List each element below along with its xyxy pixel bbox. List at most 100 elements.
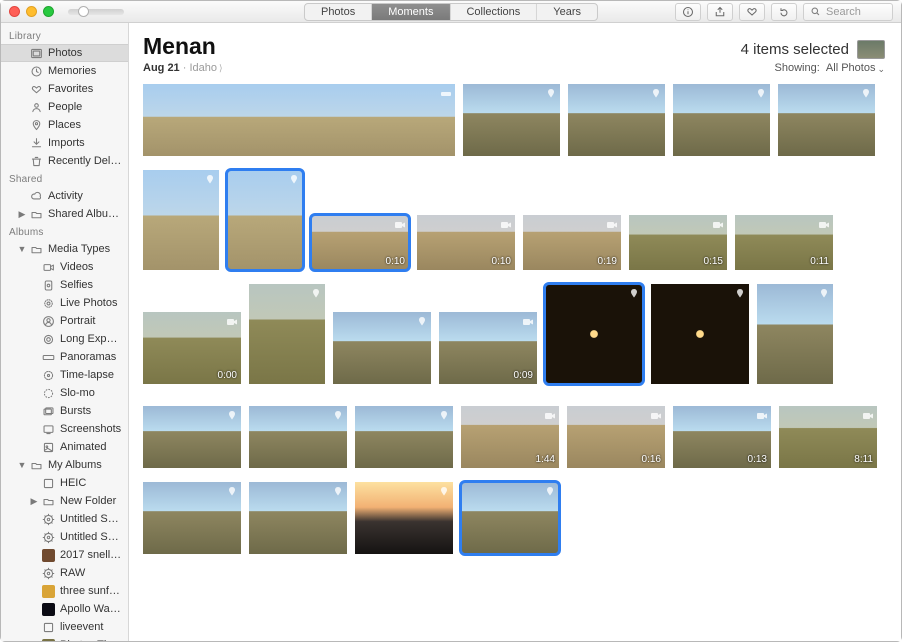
photo-thumbnail[interactable] [757, 284, 833, 384]
disclosure-icon[interactable]: ▶ [17, 209, 27, 220]
sidebar-item-long-exposure[interactable]: Long Exposure [1, 330, 128, 348]
sidebar-item-liveevent[interactable]: liveevent [1, 618, 128, 636]
disclosure-icon[interactable]: ▶ [29, 496, 39, 507]
sidebar-item-screenshots[interactable]: Screenshots [1, 420, 128, 438]
selection-count: 4 items selected [741, 41, 849, 58]
sidebar-item-bursts[interactable]: Bursts [1, 402, 128, 420]
rotate-button[interactable] [771, 3, 797, 21]
photo-thumbnail[interactable] [143, 406, 241, 468]
sidebar-item-untitled-smart-album[interactable]: Untitled Smart Album [1, 528, 128, 546]
photo-thumbnail[interactable] [545, 284, 643, 384]
photo-thumbnail[interactable] [355, 406, 453, 468]
sidebar-item-shared-albums[interactable]: ▶Shared Albums [1, 205, 128, 223]
photo-thumbnail[interactable] [143, 482, 241, 554]
photo-grid[interactable]: 0:100:100:190:150:110:000:091:440:160:13… [129, 76, 901, 641]
imports-icon [28, 136, 44, 150]
photo-thumbnail[interactable]: 0:15 [629, 215, 727, 270]
photo-thumbnail[interactable] [333, 312, 431, 384]
photo-thumbnail[interactable]: 0:09 [439, 312, 537, 384]
disclosure-icon[interactable]: ▼ [17, 244, 27, 254]
thumbnail-image [143, 84, 455, 156]
sidebar-item-apollo-wallpapers[interactable]: Apollo Wallpapers [1, 600, 128, 618]
sidebar-item-photos-thinks-thes-[interactable]: Photos Thinks Thes… [1, 636, 128, 641]
tab-collections[interactable]: Collections [450, 4, 537, 20]
share-button[interactable] [707, 3, 733, 21]
portrait-icon [40, 314, 56, 328]
selection-preview-thumb[interactable] [857, 40, 885, 59]
photo-thumbnail[interactable]: 0:19 [523, 215, 621, 270]
photo-thumbnail[interactable]: 8:11 [779, 406, 877, 468]
sidebar-item-label: Activity [48, 190, 122, 202]
location-pin-icon [650, 87, 662, 101]
sidebar-item-heic[interactable]: HEIC [1, 474, 128, 492]
photo-thumbnail[interactable]: 1:44 [461, 406, 559, 468]
sidebar-item-places[interactable]: Places [1, 116, 128, 134]
tab-photos[interactable]: Photos [305, 4, 372, 20]
sidebar-item-selfies[interactable]: Selfies [1, 276, 128, 294]
cloud-icon [28, 189, 44, 203]
duration-badge: 0:09 [514, 370, 533, 381]
search-field[interactable]: Search [803, 3, 893, 21]
showing-filter[interactable]: Showing: All Photos⌄ [775, 62, 885, 74]
favorite-button[interactable] [739, 3, 765, 21]
photo-thumbnail[interactable] [651, 284, 749, 384]
sidebar-item-label: Places [48, 119, 122, 131]
photo-thumbnail[interactable]: 0:16 [567, 406, 665, 468]
sidebar-item-videos[interactable]: Videos [1, 258, 128, 276]
sidebar-item-three-sunflowers[interactable]: three sunflowers [1, 582, 128, 600]
photo-thumbnail[interactable] [249, 482, 347, 554]
sidebar[interactable]: LibraryPhotosMemoriesFavoritesPeoplePlac… [1, 23, 129, 641]
photo-thumbnail[interactable] [227, 170, 303, 270]
showing-label: Showing: [775, 62, 820, 74]
photo-thumbnail[interactable] [463, 84, 560, 156]
sidebar-item-label: Videos [60, 261, 122, 273]
sidebar-item-new-folder[interactable]: ▶New Folder [1, 492, 128, 510]
sidebar-item-portrait[interactable]: Portrait [1, 312, 128, 330]
disclosure-icon[interactable]: ▼ [17, 460, 27, 470]
sidebar-item-people[interactable]: People [1, 98, 128, 116]
sidebar-item-my-albums[interactable]: ▼My Albums [1, 456, 128, 474]
photo-thumbnail[interactable] [249, 284, 325, 384]
content-header: Menan 4 items selected Aug 21 · Idaho⟩ S… [129, 23, 901, 76]
zoom-icon[interactable] [43, 6, 54, 17]
sidebar-item-favorites[interactable]: Favorites [1, 80, 128, 98]
sidebar-item-animated[interactable]: Animated [1, 438, 128, 456]
sidebar-item-panoramas[interactable]: Panoramas [1, 348, 128, 366]
photo-thumbnail[interactable] [461, 482, 559, 554]
minimize-icon[interactable] [26, 6, 37, 17]
photo-thumbnail[interactable] [673, 84, 770, 156]
sidebar-item-activity[interactable]: Activity [1, 187, 128, 205]
sidebar-item-imports[interactable]: Imports [1, 134, 128, 152]
photo-thumbnail[interactable] [355, 482, 453, 554]
zoom-slider[interactable] [68, 9, 124, 15]
photo-thumbnail[interactable] [143, 84, 455, 156]
sidebar-item-time-lapse[interactable]: Time-lapse [1, 366, 128, 384]
sidebar-item-recently-deleted[interactable]: Recently Deleted [1, 152, 128, 170]
photo-thumbnail[interactable] [568, 84, 665, 156]
location-pin-icon [545, 87, 557, 101]
photo-thumbnail[interactable]: 0:13 [673, 406, 771, 468]
video-icon [712, 218, 724, 232]
sidebar-item-slo-mo[interactable]: Slo-mo [1, 384, 128, 402]
photo-thumbnail[interactable]: 0:00 [143, 312, 241, 384]
close-icon[interactable] [9, 6, 20, 17]
sidebar-item-media-types[interactable]: ▼Media Types [1, 240, 128, 258]
sidebar-item-photos[interactable]: Photos [1, 44, 128, 62]
photo-thumbnail[interactable] [249, 406, 347, 468]
photo-thumbnail[interactable] [778, 84, 875, 156]
tab-years[interactable]: Years [537, 4, 597, 20]
sidebar-item-memories[interactable]: Memories [1, 62, 128, 80]
location-breadcrumb[interactable]: · Idaho⟩ [180, 62, 223, 74]
heart-icon [28, 82, 44, 96]
tab-moments[interactable]: Moments [372, 4, 450, 20]
photo-thumbnail[interactable] [143, 170, 219, 270]
sidebar-item-live-photos[interactable]: Live Photos [1, 294, 128, 312]
sidebar-item-untitled-smart-album[interactable]: Untitled Smart Album [1, 510, 128, 528]
sidebar-item-2017-snell-calendar[interactable]: 2017 snell calendar [1, 546, 128, 564]
photo-thumbnail[interactable]: 0:11 [735, 215, 833, 270]
photo-thumbnail[interactable]: 0:10 [311, 215, 409, 270]
photo-thumbnail[interactable]: 0:10 [417, 215, 515, 270]
location-pin-icon [288, 173, 300, 187]
info-button[interactable] [675, 3, 701, 21]
sidebar-item-raw[interactable]: RAW [1, 564, 128, 582]
